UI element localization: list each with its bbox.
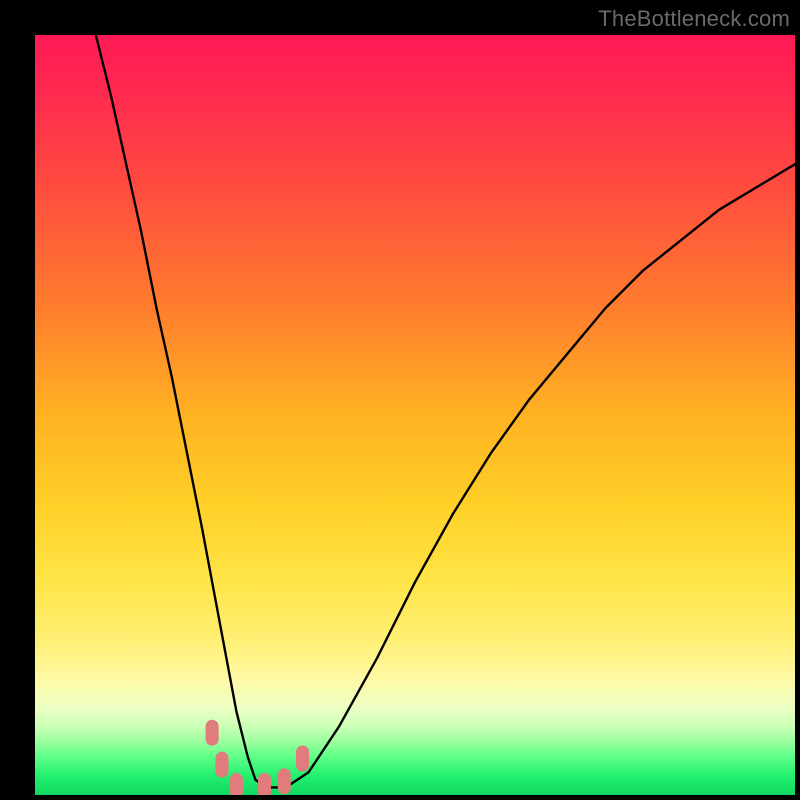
highlight-pill xyxy=(278,768,291,794)
watermark-text: TheBottleneck.com xyxy=(598,6,790,32)
highlight-pill xyxy=(230,773,243,795)
highlight-pill xyxy=(216,752,229,778)
gradient-background xyxy=(35,35,795,795)
chart-frame: TheBottleneck.com xyxy=(0,0,800,800)
highlight-pill xyxy=(258,773,271,795)
plot-area xyxy=(35,35,795,795)
highlight-pill xyxy=(206,720,219,746)
highlight-pill xyxy=(296,746,309,772)
plot-svg xyxy=(35,35,795,795)
